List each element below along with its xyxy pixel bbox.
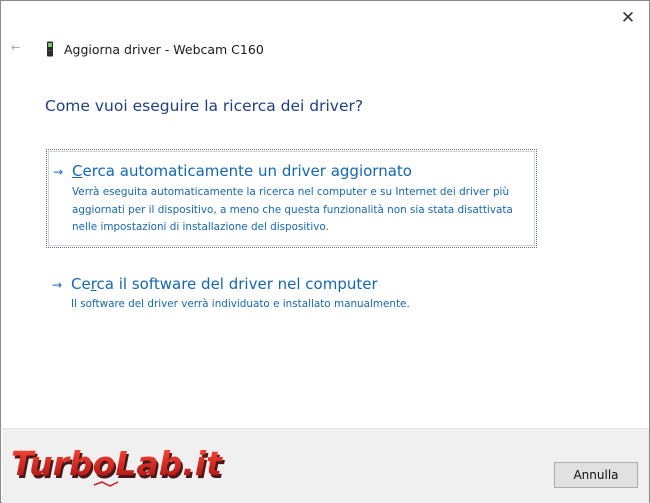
option-title-start: Ce [71, 275, 91, 293]
page-heading: Come vuoi eseguire la ricerca dei driver… [45, 97, 364, 115]
search-automatically-option[interactable]: → Cerca automaticamente un driver aggior… [46, 149, 537, 248]
window-title: Aggiorna driver - Webcam C160 [64, 42, 264, 57]
arrow-right-icon: → [53, 165, 64, 179]
turbolab-watermark-logo: TurboLab.it TurboLab.it [11, 444, 225, 487]
option-title: Cerca automaticamente un driver aggiorna… [72, 161, 412, 181]
back-arrow-icon[interactable]: ← [11, 39, 27, 57]
watermark-text: TurboLab.it [11, 444, 223, 483]
browse-computer-option[interactable]: → Cerca il software del driver nel compu… [46, 269, 537, 319]
accelerator-key: C [72, 162, 83, 180]
option-description: Verrà eseguita automaticamente la ricerc… [72, 186, 513, 233]
arrow-right-icon: → [52, 278, 63, 292]
option-title-rest: ca il software del driver nel computer [96, 275, 378, 293]
option-description: Il software del driver verrà individuato… [71, 298, 410, 310]
driver-update-dialog: ✕ ← Aggiorna driver - Webcam C160 Come v… [0, 0, 650, 503]
webcam-device-icon [47, 41, 53, 57]
close-icon[interactable]: ✕ [613, 7, 643, 29]
option-title: Cerca il software del driver nel compute… [71, 274, 378, 294]
option-title-rest: erca automaticamente un driver aggiornat… [82, 162, 412, 180]
cancel-button[interactable]: Annulla [554, 462, 638, 488]
